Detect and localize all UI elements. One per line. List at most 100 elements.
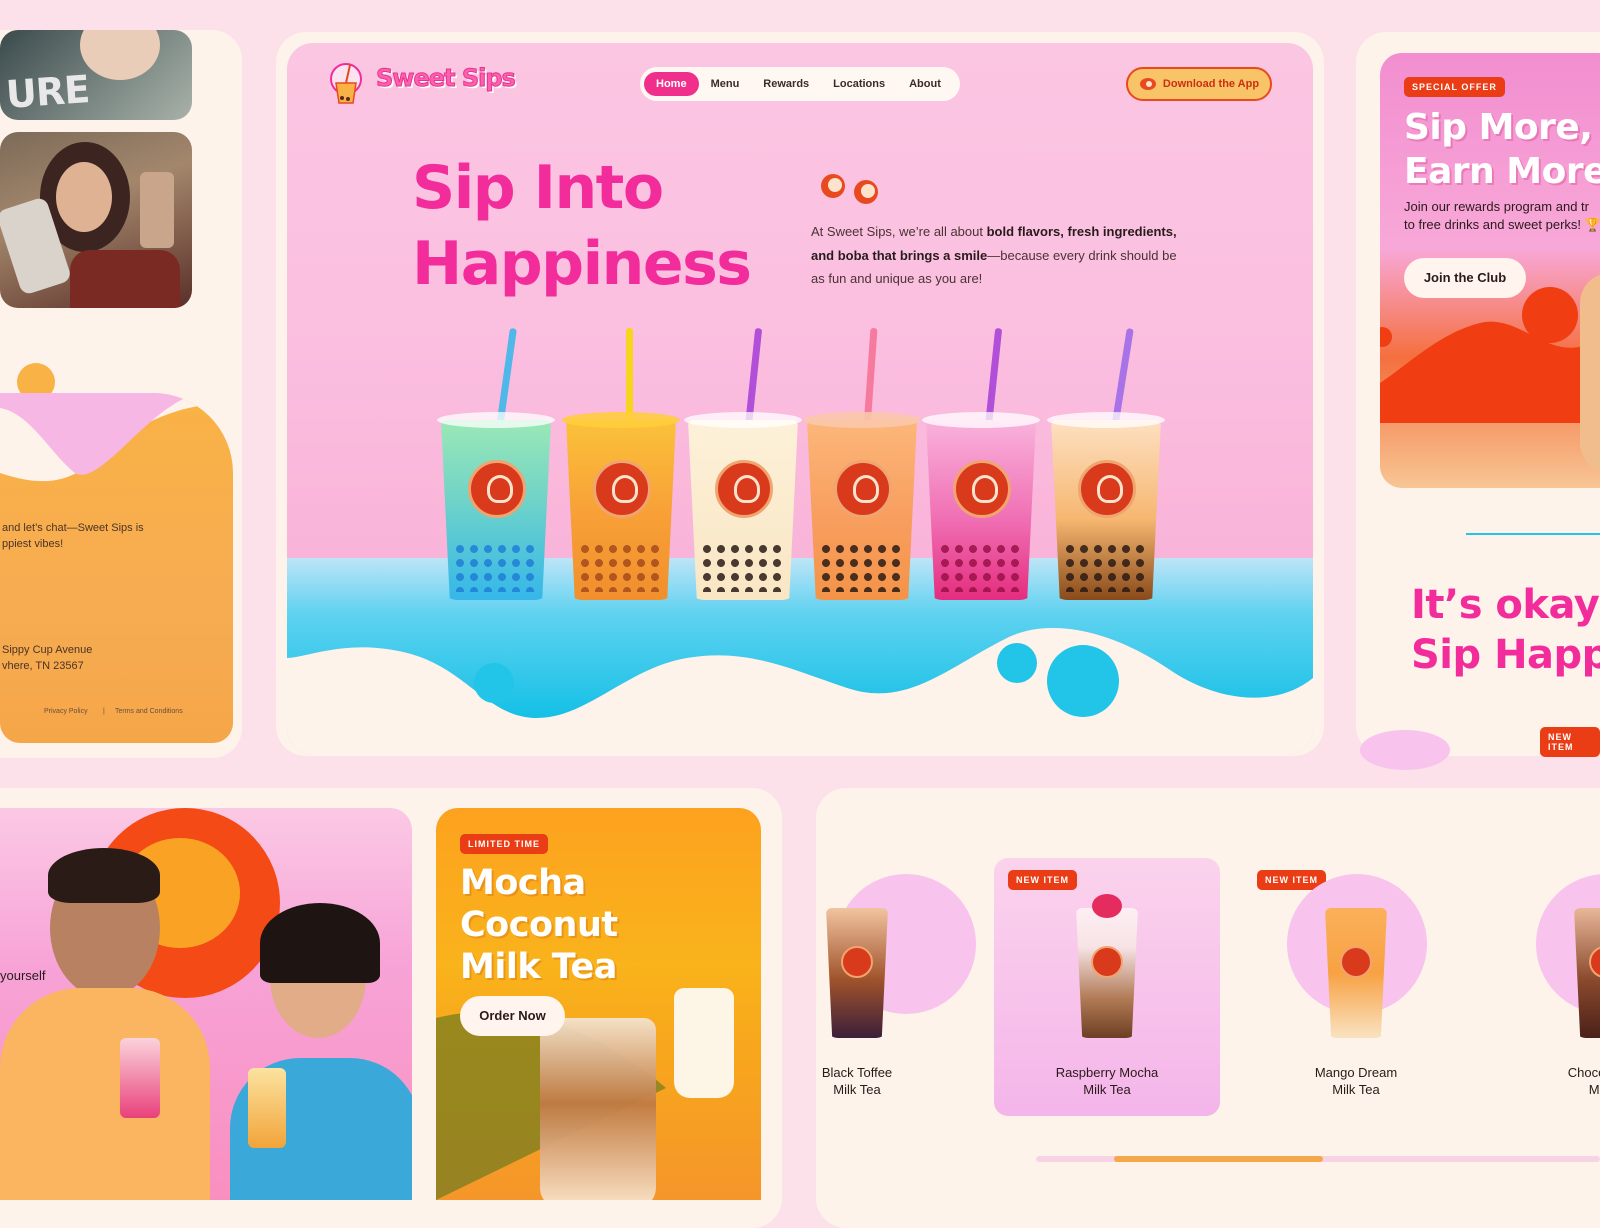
cup-brand-logo [468,460,526,518]
product-card-raspberry-mocha[interactable]: NEW ITEM Raspberry Mocha Milk Tea [994,858,1220,1116]
product-name-line2: Milk Tea [1083,1082,1131,1097]
join-club-button[interactable]: Join the Club [1404,258,1526,298]
product-card-mango-dream[interactable]: NEW ITEM Mango Dream Milk Tea [1243,858,1469,1116]
product-cup [1325,908,1387,1038]
mocha-title: Mocha Coconut Milk Tea [460,862,618,988]
pink-blob-decor [1360,730,1450,770]
cup-brand-logo [1589,946,1600,978]
okay-title-line2: Sip Happe [1411,632,1600,678]
download-app-button[interactable]: Download the App [1126,67,1272,101]
new-item-tag: NEW ITEM [1008,870,1077,890]
product-name-line2: Milk Tea [1332,1082,1380,1097]
lifestyle-photo-tshirt: URE [0,30,192,120]
nav-home[interactable]: Home [644,72,699,96]
photo-face [56,162,112,232]
hero-title: Sip Into Happiness [412,150,752,302]
offer-title-line1: Sip More, [1404,107,1593,148]
hero-cup-berry [922,327,1040,600]
lifestyle-photo-selfie [0,132,192,308]
hero-title-line2: Happiness [412,229,752,299]
product-card-black-toffee[interactable]: Black Toffee Milk Tea [746,858,976,1116]
man-shirt [0,988,210,1200]
order-now-button[interactable]: Order Now [460,996,565,1036]
product-name-line1: Black Toffee [821,1065,893,1080]
cup-brand-logo [834,460,892,518]
milk-jar [674,988,734,1098]
cup-brand-logo [715,460,773,518]
cup-brand-logo [953,460,1011,518]
product-name: Mango Dream Milk Tea [1276,1064,1436,1098]
download-app-label: Download the App [1162,78,1260,90]
cup-foam [684,412,802,428]
woman-drink [248,1068,286,1148]
hero-cup-caramel [1047,328,1165,600]
okay-title-line1: It’s okay— [1411,582,1600,628]
cup-foam [922,412,1040,428]
contact-text-line2: ppiest vibes! [2,538,64,550]
privacy-policy-link[interactable]: Privacy Policy [44,708,88,715]
nav-menu[interactable]: Menu [699,72,752,96]
product-name: Raspberry Mocha Milk Tea [1027,1064,1187,1098]
hero-cup-blue-green [437,327,555,600]
man-hair [48,848,160,903]
person-arm [1580,273,1600,473]
cup-brand-logo [593,460,651,518]
cup-boba [700,542,786,592]
cup-foam [803,412,921,428]
photo-cup [140,172,174,248]
cup-boba [819,542,905,592]
carousel-scrollbar-thumb[interactable] [1114,1156,1323,1162]
nav-about[interactable]: About [897,72,953,96]
couple-photo-card: yourself [0,808,412,1200]
nav-locations[interactable]: Locations [821,72,897,96]
cup-foam [562,412,680,428]
cup-icon [1139,78,1156,90]
offer-description: Join our rewards program and tr to free … [1404,198,1600,234]
terms-link[interactable]: Terms and Conditions [115,708,183,715]
hero-cup-peach [803,327,921,600]
boba-sticker-icons [821,174,878,204]
boba-bubble-3 [1047,645,1119,717]
okay-title: It’s okay— Sip Happe [1411,580,1600,680]
hero-description: At Sweet Sips, we’re all about bold flav… [811,220,1191,291]
product-name-line1: Mango Dream [1314,1065,1398,1080]
product-cup [1574,908,1600,1038]
brand-wordmark[interactable]: Sweet Sips [376,64,517,93]
address-line2: vhere, TN 23567 [2,660,84,672]
photo-jacket [70,250,180,308]
boba-bubble-2 [997,643,1037,683]
product-name-line2: Mil [1588,1082,1600,1097]
photo-shirt-text: URE [4,67,91,117]
limited-time-tag: LIMITED TIME [460,834,548,854]
product-name: Chocolate Mil [1517,1064,1600,1098]
pink-wave-decor [0,393,233,482]
photo-cup-hand [80,30,160,80]
mocha-title-line2: Coconut [460,905,618,945]
offer-desc-line1: Join our rewards program and tr [1404,199,1589,214]
product-cup [826,908,888,1038]
sweet-sips-logo-icon[interactable] [326,61,364,105]
hero-desc-intro: At Sweet Sips, we’re all about [811,224,987,239]
cup-foam [437,412,555,428]
product-card-chocolate[interactable]: Chocolate Mil [1492,858,1600,1116]
boba-bubble-1 [474,663,514,703]
special-offer-tag: SPECIAL OFFER [1404,77,1505,97]
product-name: Black Toffee Milk Tea [777,1064,937,1098]
mocha-title-line3: Milk Tea [460,947,617,987]
cup-brand-logo [1340,946,1372,978]
nav-rewards[interactable]: Rewards [751,72,821,96]
divider-line [1466,533,1600,535]
contact-text-line1: and let’s chat—Sweet Sips is [2,522,144,534]
offer-desc-line2: to free drinks and sweet perks! 🏆 [1404,217,1600,232]
cup-brand-logo [841,946,873,978]
new-item-tag: NEW ITEM [1540,727,1600,757]
offer-title: Sip More, Earn More [1404,106,1600,194]
carousel-scrollbar[interactable] [1036,1156,1600,1162]
hero-cup-vanilla [684,327,802,600]
contact-card: and let’s chat—Sweet Sips is ppiest vibe… [0,393,233,743]
mocha-title-line1: Mocha [460,863,586,903]
cup-brand-logo [1078,460,1136,518]
raspberry-topping [1092,894,1122,918]
main-nav: Home Menu Rewards Locations About [640,67,960,101]
product-name-line1: Raspberry Mocha [1055,1065,1159,1080]
